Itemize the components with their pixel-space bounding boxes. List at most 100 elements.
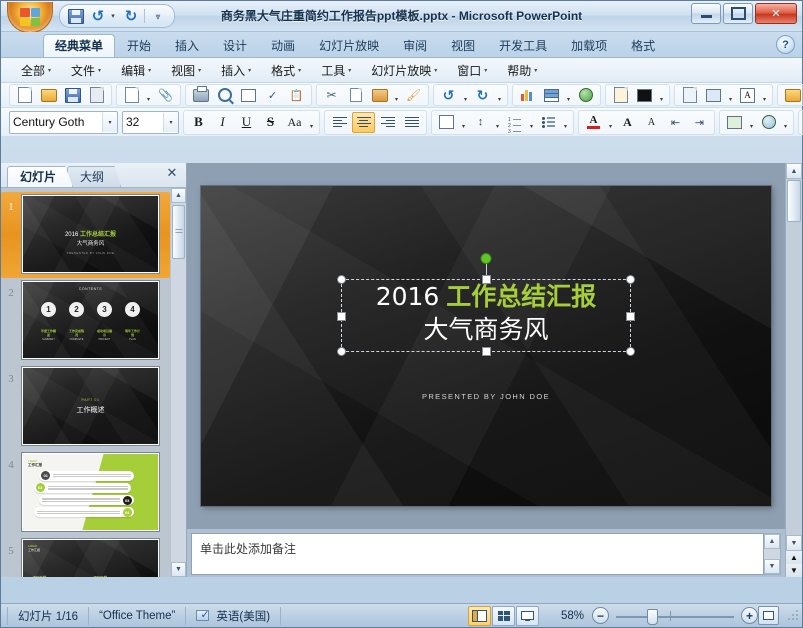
chevron-down-icon[interactable]: ▾ — [657, 84, 666, 107]
tab-animations[interactable]: 动画 — [259, 34, 307, 57]
attach-icon[interactable]: 📎 — [154, 85, 177, 106]
save-as-pdf-icon[interactable] — [85, 85, 108, 106]
slide-scroll-thumb[interactable] — [787, 180, 801, 222]
tab-format[interactable]: 格式 — [619, 34, 667, 57]
chevron-down-icon[interactable]: ▾ — [561, 111, 570, 134]
menu-all[interactable]: 全部 ▾ — [11, 59, 61, 82]
menu-slideshow[interactable]: 幻灯片放映 ▾ — [361, 59, 447, 82]
scroll-down-icon[interactable]: ▼ — [171, 562, 186, 577]
chevron-down-icon[interactable]: ▾ — [493, 111, 502, 134]
theme-name[interactable]: “Office Theme” — [89, 606, 187, 625]
shrink-font-icon[interactable]: A — [640, 112, 663, 133]
resize-handle-e[interactable] — [626, 311, 636, 321]
notes-scrollbar[interactable]: ▲ ▼ — [764, 533, 781, 575]
customize-qat-icon[interactable]: ⩔ — [148, 7, 168, 25]
insert-symbol-icon[interactable]: A — [736, 85, 759, 106]
redo-icon[interactable]: ↻ — [121, 7, 141, 25]
view-normal-button[interactable] — [468, 605, 491, 626]
align-center-button[interactable] — [352, 111, 375, 133]
insert-hyperlink-icon[interactable] — [574, 85, 597, 106]
tab-view[interactable]: 视图 — [439, 34, 487, 57]
menu-view[interactable]: 视图 ▾ — [161, 59, 211, 82]
smartart-icon[interactable] — [723, 112, 746, 133]
save-icon[interactable] — [66, 7, 86, 25]
panel-scrollbar[interactable]: ▲ ▼ — [170, 188, 186, 577]
resize-handle-s[interactable] — [481, 347, 491, 357]
thumbnail-slide-1[interactable]: 2016 工作总结汇报 大气商务风 PRESENTED BY JOHN DOE — [22, 195, 159, 273]
numbered-list-icon[interactable]: 123 — [503, 112, 526, 135]
tab-slides[interactable]: 幻灯片 — [7, 166, 74, 187]
chevron-down-icon[interactable]: ▾ — [760, 84, 769, 107]
panel-scroll-track[interactable] — [171, 203, 186, 562]
notes-input[interactable]: 单击此处添加备注 — [191, 533, 764, 575]
resize-grip[interactable] — [787, 609, 799, 622]
text-direction-icon[interactable] — [435, 112, 458, 133]
resize-handle-w[interactable] — [336, 311, 346, 321]
redo-icon[interactable]: ↻ — [471, 85, 494, 106]
undo-icon[interactable]: ↺ — [437, 85, 460, 106]
undo-dropdown-icon[interactable]: ▾ — [110, 7, 119, 25]
menu-edit[interactable]: 编辑 ▾ — [111, 59, 161, 82]
grow-font-icon[interactable]: A — [616, 112, 639, 133]
tab-classic-menu[interactable]: 经典菜单 — [43, 34, 116, 57]
tab-developer[interactable]: 开发工具 — [487, 34, 559, 57]
chevron-down-icon[interactable]: ▾ — [781, 111, 790, 134]
save-file-icon[interactable] — [61, 85, 84, 106]
spelling-icon[interactable]: ✓ — [261, 85, 284, 106]
language-status[interactable]: 英语(美国) — [186, 606, 282, 625]
zoom-slider-knob[interactable] — [646, 608, 658, 625]
decrease-indent-icon[interactable]: ⇤ — [664, 112, 687, 133]
scroll-down-icon[interactable]: ▼ — [786, 535, 802, 551]
chevron-down-icon[interactable]: ▾ — [392, 84, 401, 107]
tab-home[interactable]: 开始 — [115, 34, 163, 57]
panel-scroll-thumb[interactable] — [172, 205, 185, 259]
cut-icon[interactable]: ✂ — [320, 85, 343, 106]
insert-table-icon[interactable] — [540, 85, 563, 106]
font-color-icon[interactable]: A — [582, 112, 605, 133]
scroll-up-icon[interactable]: ▲ — [786, 163, 802, 179]
undo-icon[interactable]: ↺ — [88, 7, 108, 25]
chevron-down-icon[interactable]: ▾ — [459, 111, 468, 134]
close-panel-icon[interactable]: ✕ — [164, 165, 180, 181]
chevron-down-icon[interactable]: ▾ — [606, 111, 615, 134]
slide-editing-area[interactable]: 2016 工作总结汇报 大气商务风 PRESENTED BY JOHN DOE — [187, 163, 785, 529]
format-painter-icon[interactable]: 🖌 — [402, 85, 425, 106]
tab-slideshow[interactable]: 幻灯片放映 — [307, 34, 391, 57]
research-icon[interactable]: 📋 — [285, 85, 308, 106]
text-shadow-button[interactable]: S — [259, 112, 282, 133]
tab-outline[interactable]: 大纲 — [67, 166, 122, 187]
new-document-icon[interactable] — [13, 85, 36, 106]
title-placeholder[interactable]: 2016 工作总结汇报 大气商务风 — [336, 252, 636, 357]
menu-tools[interactable]: 工具 ▾ — [311, 59, 361, 82]
zoom-slider[interactable] — [616, 608, 734, 625]
thumbnail-slide-3[interactable]: PART 01 工作概述 — [22, 367, 159, 445]
chevron-down-icon[interactable]: ▾ — [102, 112, 117, 132]
fit-slide-to-window-button[interactable] — [758, 606, 779, 625]
font-size-input[interactable] — [123, 112, 163, 132]
change-case-button[interactable]: Aa — [283, 112, 306, 133]
resize-handle-se[interactable] — [626, 347, 636, 357]
chevron-down-icon[interactable]: ▾ — [307, 111, 316, 134]
grid-view-icon[interactable] — [237, 85, 260, 106]
menu-insert[interactable]: 插入 ▾ — [211, 59, 261, 82]
office-button[interactable] — [7, 2, 53, 33]
list-item[interactable]: 5 LOGO 工作汇报 添加标题 ADD TITLE HERE 点击添加文本点击… — [1, 536, 170, 577]
list-item[interactable]: 3 PART 01 工作概述 — [1, 364, 170, 450]
underline-button[interactable]: U — [235, 112, 258, 133]
maximize-button[interactable] — [723, 3, 753, 24]
view-slideshow-button[interactable] — [516, 605, 539, 626]
slide-layout-icon[interactable] — [633, 85, 656, 106]
previous-slide-button[interactable]: ▲ — [786, 551, 802, 564]
email-icon[interactable] — [120, 85, 143, 106]
shape-icon[interactable] — [757, 112, 780, 133]
paste-icon[interactable] — [368, 85, 391, 106]
notes-scroll-track[interactable] — [764, 549, 780, 559]
print-preview-icon[interactable] — [213, 85, 236, 106]
current-slide[interactable]: 2016 工作总结汇报 大气商务风 PRESENTED BY JOHN DOE — [201, 186, 771, 506]
chevron-down-icon[interactable]: ▾ — [564, 84, 573, 107]
line-spacing-icon[interactable]: ↕ — [469, 112, 492, 133]
menu-file[interactable]: 文件 ▾ — [61, 59, 111, 82]
scroll-up-icon[interactable]: ▲ — [764, 534, 780, 549]
open-file-icon[interactable] — [37, 85, 60, 106]
chevron-down-icon[interactable]: ▾ — [461, 84, 470, 107]
